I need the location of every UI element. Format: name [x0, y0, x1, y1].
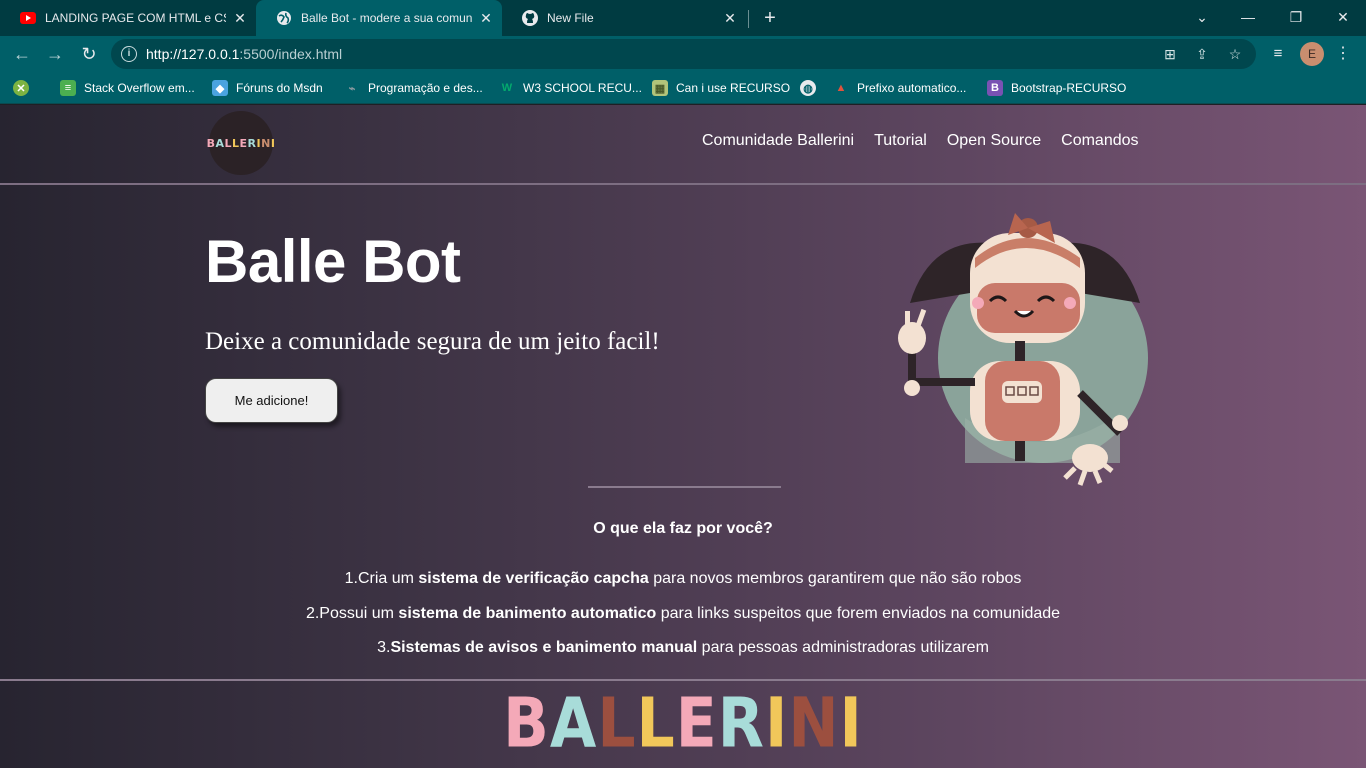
wordmark-letter: L	[597, 683, 637, 764]
nav-comunidade[interactable]: Comunidade Ballerini	[702, 132, 854, 150]
hero-subtitle: Deixe a comunidade segura de um jeito fa…	[205, 328, 660, 355]
close-window-button[interactable]: ✕	[1331, 6, 1355, 28]
bookmark-item[interactable]: ▦ Can i use RECURSO	[652, 78, 790, 98]
wordmark-letter: R	[717, 683, 765, 764]
bookmark-item[interactable]: W W3 SCHOOL RECU...	[499, 78, 642, 98]
tab-github[interactable]: New File ✕	[502, 0, 746, 36]
add-bot-button[interactable]: Me adicione!	[205, 378, 338, 423]
globe-icon	[276, 10, 292, 26]
minimize-button[interactable]: —	[1236, 6, 1260, 28]
tab-youtube[interactable]: LANDING PAGE COM HTML e CSS ✕	[0, 0, 256, 36]
site-header: BALLERINI Comunidade Ballerini Tutorial …	[0, 105, 1366, 185]
new-tab-button[interactable]: +	[760, 8, 780, 28]
tab-title: Balle Bot - modere a sua comunidade	[301, 11, 472, 25]
stackoverflow-icon: ≡	[60, 80, 76, 96]
bookmark-item[interactable]: ◆ Fóruns do Msdn	[212, 78, 323, 98]
wordmark-letter: I	[764, 683, 789, 764]
tab-balle-bot[interactable]: Balle Bot - modere a sua comunidade ✕	[256, 0, 502, 36]
robot-illustration	[898, 213, 1148, 486]
wordmark-letter: A	[549, 683, 598, 764]
feature-item: 3.Sistemas de avisos e banimento manual …	[377, 639, 989, 656]
wordmark-letter: N	[788, 683, 840, 764]
ballerini-wordmark: BALLERINI	[0, 683, 1366, 764]
address-bar[interactable]: i http://127.0.0.1:5500/index.html ⊞ ⇪ ☆	[111, 39, 1256, 69]
landing-page: BALLERINI Comunidade Ballerini Tutorial …	[0, 105, 1366, 768]
tab-title: New File	[547, 11, 594, 25]
wordmark-letter: L	[636, 683, 676, 764]
apps-icon: ✕	[13, 80, 29, 96]
hero-title: Balle Bot	[205, 228, 461, 295]
nav-tutorial[interactable]: Tutorial	[874, 132, 927, 150]
wordmark-letter: B	[503, 683, 550, 764]
features-title: O que ela faz por você?	[593, 520, 773, 537]
bookmark-item[interactable]: B Bootstrap-RECURSO	[987, 78, 1126, 98]
site-info-icon[interactable]: i	[121, 46, 137, 62]
bookmark-star-icon[interactable]: ☆	[1226, 45, 1244, 63]
main-nav: Comunidade Ballerini Tutorial Open Sourc…	[682, 132, 1139, 150]
share-icon[interactable]: ⇪	[1193, 45, 1211, 63]
footer-divider	[0, 679, 1366, 681]
media-control-icon[interactable]: ≡	[1266, 42, 1290, 66]
msdn-icon: ◆	[212, 80, 228, 96]
close-tab-icon[interactable]: ✕	[478, 10, 494, 26]
back-button[interactable]: ←	[10, 42, 34, 66]
bookmark-item[interactable]: ≡ Stack Overflow em...	[60, 78, 195, 98]
reload-button[interactable]: ↻	[77, 42, 101, 66]
youtube-icon	[20, 10, 36, 26]
translate-icon[interactable]: ⊞	[1161, 45, 1179, 63]
tab-search-icon[interactable]: ⌄	[1190, 6, 1214, 28]
bookmark-apps[interactable]: ✕	[13, 78, 37, 98]
caniuse-icon: ▦	[652, 80, 668, 96]
forward-button[interactable]: →	[43, 42, 67, 66]
bookmark-globe[interactable]: ◍	[800, 78, 824, 98]
features-list: 1.Cria um sistema de verificação capcha …	[0, 568, 1366, 672]
github-icon	[522, 10, 538, 26]
bookmark-item[interactable]: ▲ Prefixo automatico...	[833, 78, 967, 98]
restore-button[interactable]: ❐	[1284, 6, 1308, 28]
browser-menu-icon[interactable]: ⋮	[1334, 42, 1352, 66]
section-divider	[588, 486, 781, 488]
feature-item: 2.Possui um sistema de banimento automat…	[305, 604, 1061, 622]
tab-strip: LANDING PAGE COM HTML e CSS ✕ Balle Bot …	[0, 0, 1366, 36]
bookmarks-bar: ✕ ≡ Stack Overflow em... ◆ Fóruns do Msd…	[0, 72, 1366, 104]
nav-comandos[interactable]: Comandos	[1061, 132, 1138, 150]
close-tab-icon[interactable]: ✕	[232, 10, 248, 26]
profile-avatar[interactable]: E	[1300, 42, 1324, 66]
nav-open-source[interactable]: Open Source	[947, 132, 1041, 150]
devmedia-icon: ⌁	[348, 82, 356, 95]
ballerini-logo[interactable]: BALLERINI	[207, 111, 275, 175]
bootstrap-icon: B	[987, 80, 1003, 96]
globe-icon: ◍	[800, 80, 816, 96]
wordmark-letter: E	[675, 683, 718, 764]
tab-separator	[748, 10, 749, 28]
w3schools-icon: W	[501, 82, 513, 94]
wordmark-letter: I	[839, 683, 863, 764]
browser-toolbar: ← → ↻ i http://127.0.0.1:5500/index.html…	[0, 36, 1366, 72]
close-tab-icon[interactable]: ✕	[722, 10, 738, 26]
bookmark-item[interactable]: ⌁ Programação e des...	[344, 78, 483, 98]
url-text[interactable]: http://127.0.0.1:5500/index.html	[146, 46, 342, 62]
tab-title: LANDING PAGE COM HTML e CSS	[45, 11, 226, 25]
autoprefixer-icon: ▲	[835, 82, 847, 94]
feature-item: 1.Cria um sistema de verificação capcha …	[344, 570, 1022, 587]
